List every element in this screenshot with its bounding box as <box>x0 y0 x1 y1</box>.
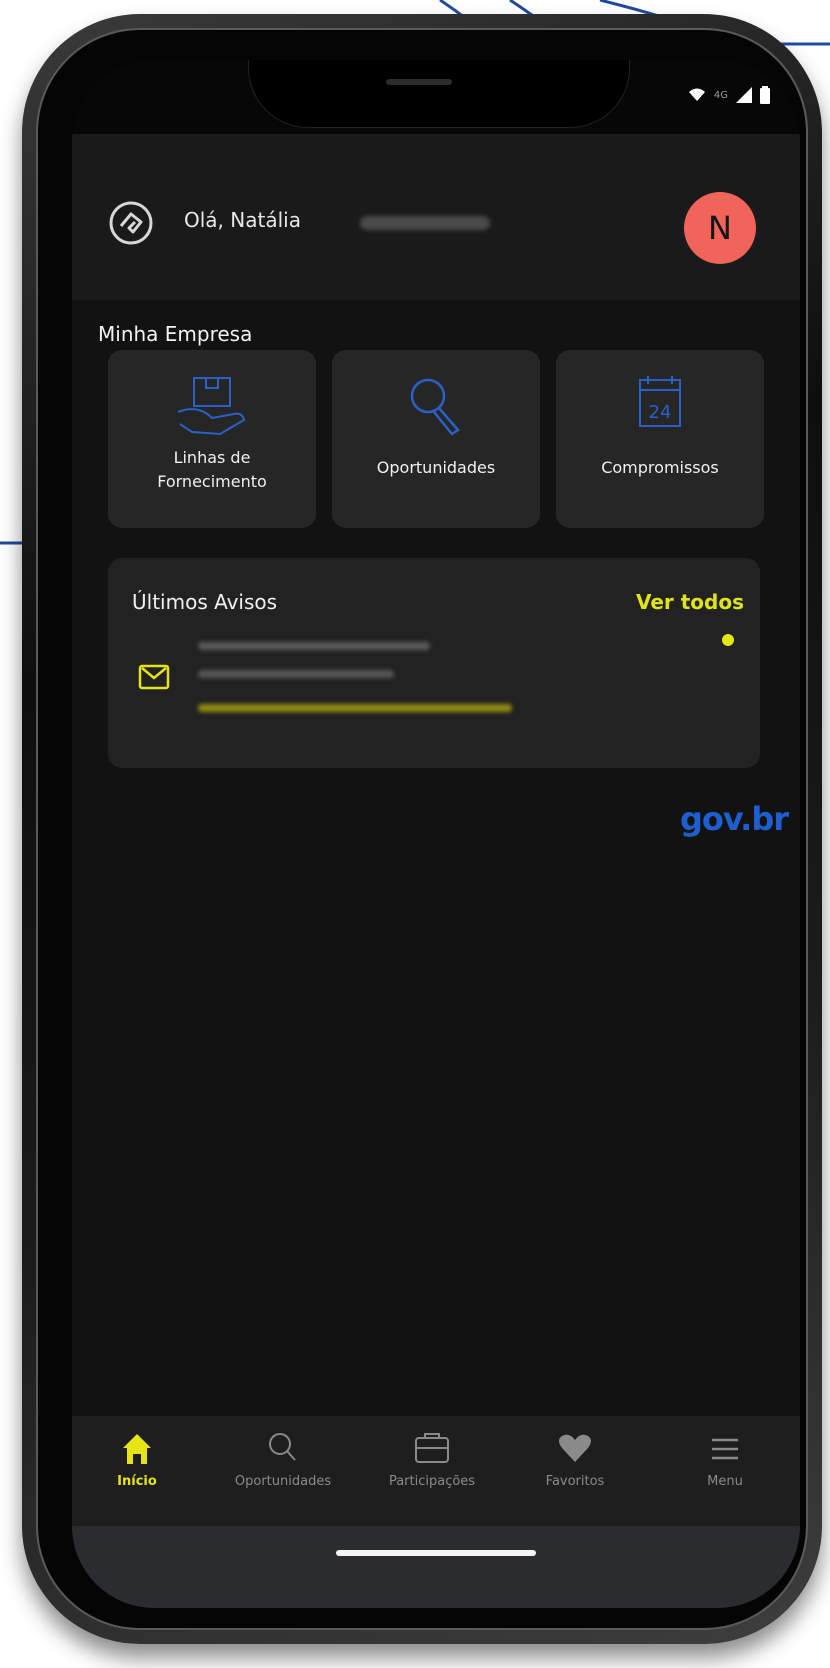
govbr-logo: gov.br <box>680 800 789 838</box>
bottom-navigation: Início Oportunidades Participações Favor… <box>72 1416 800 1526</box>
tile-label: Linhas de Fornecimento <box>157 448 267 491</box>
nav-oportunidades[interactable]: Oportunidades <box>202 1416 364 1526</box>
camera-notch <box>248 60 630 128</box>
signal-icon <box>736 87 752 103</box>
home-indicator[interactable] <box>336 1550 536 1556</box>
redacted-notice-subject[interactable] <box>198 704 512 712</box>
notices-card: Últimos Avisos Ver todos <box>108 558 760 768</box>
nav-label: Início <box>117 1474 157 1489</box>
redacted-notice-sender[interactable] <box>198 642 430 650</box>
nav-label: Favoritos <box>545 1474 605 1489</box>
home-icon <box>123 1434 151 1464</box>
tile-label: Compromissos <box>601 458 719 477</box>
search-icon <box>269 1433 296 1461</box>
nav-favoritos[interactable]: Favoritos <box>500 1416 650 1526</box>
menu-icon <box>712 1438 738 1460</box>
calendar-icon: 24 <box>639 376 681 427</box>
status-icons: 4G <box>688 86 770 104</box>
nav-menu[interactable]: Menu <box>650 1416 800 1526</box>
nav-inicio[interactable]: Início <box>72 1416 202 1526</box>
wifi-icon <box>688 88 705 101</box>
speaker-grille <box>386 79 452 85</box>
app-header: Olá, Natália N <box>72 134 800 300</box>
nav-label: Menu <box>707 1474 743 1489</box>
tile-label: Oportunidades <box>376 458 496 477</box>
briefcase-icon <box>415 1433 449 1463</box>
nav-label: Oportunidades <box>234 1474 332 1489</box>
hand-box-icon <box>177 377 246 436</box>
search-icon <box>410 378 460 436</box>
status-bar: 4G <box>72 60 800 134</box>
redacted-notice-date <box>198 670 394 678</box>
section-title: Minha Empresa <box>98 322 253 346</box>
nav-label: Participações <box>388 1474 476 1489</box>
battery-icon <box>760 86 770 104</box>
network-type-label: 4G <box>713 89 728 101</box>
notices-title: Últimos Avisos <box>132 590 278 614</box>
redacted-surname <box>360 216 490 230</box>
tile-linhas-de-fornecimento[interactable]: Linhas de Fornecimento <box>108 350 316 528</box>
see-all-link[interactable]: Ver todos <box>636 590 744 614</box>
mail-icon <box>138 664 170 690</box>
calendar-day: 24 <box>649 402 672 423</box>
app-screen: 4G Olá, Natália N Minha Empresa Linhas d… <box>72 60 800 1608</box>
gesture-navigation-area <box>72 1526 800 1608</box>
user-avatar[interactable]: N <box>684 192 756 264</box>
phone-frame: 4G Olá, Natália N Minha Empresa Linhas d… <box>22 14 822 1644</box>
nav-participacoes[interactable]: Participações <box>364 1416 500 1526</box>
unread-dot <box>722 634 734 646</box>
heart-icon <box>559 1434 591 1462</box>
greeting-text: Olá, Natália <box>184 208 301 232</box>
tile-compromissos[interactable]: 24 Compromissos <box>556 350 764 528</box>
tile-oportunidades[interactable]: Oportunidades <box>332 350 540 528</box>
compras-logo-icon <box>109 201 153 245</box>
